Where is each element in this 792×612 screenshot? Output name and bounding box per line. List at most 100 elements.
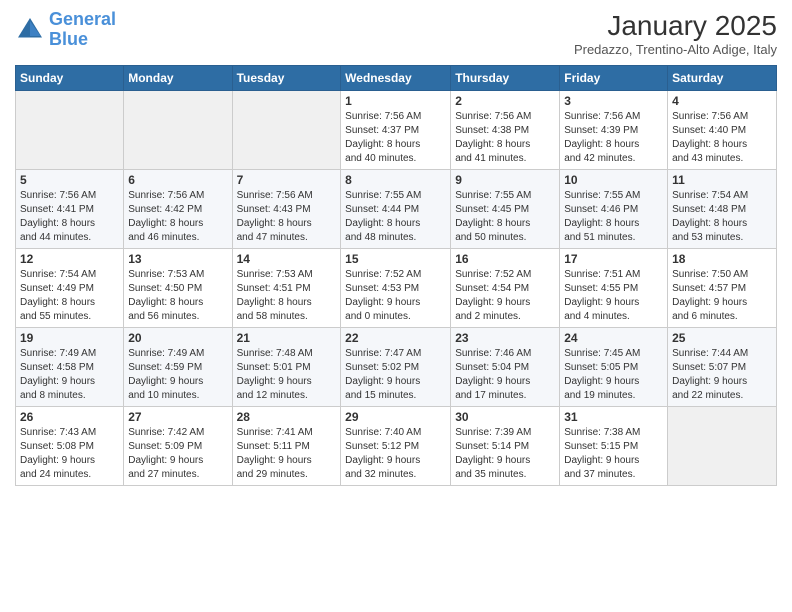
day-cell: 10Sunrise: 7:55 AM Sunset: 4:46 PM Dayli… xyxy=(560,170,668,249)
day-info: Sunrise: 7:49 AM Sunset: 4:58 PM Dayligh… xyxy=(20,347,119,403)
day-info: Sunrise: 7:55 AM Sunset: 4:46 PM Dayligh… xyxy=(564,189,663,245)
logo-text: General Blue xyxy=(49,10,116,50)
day-info: Sunrise: 7:48 AM Sunset: 5:01 PM Dayligh… xyxy=(237,347,337,403)
day-number: 8 xyxy=(345,173,446,187)
weekday-header-thursday: Thursday xyxy=(451,66,560,91)
day-cell: 18Sunrise: 7:50 AM Sunset: 4:57 PM Dayli… xyxy=(668,249,777,328)
day-cell: 2 Sunrise: 7:56 AM Sunset: 4:38 PM Daylig… xyxy=(451,91,560,170)
day-cell: 11Sunrise: 7:54 AM Sunset: 4:48 PM Dayli… xyxy=(668,170,777,249)
day-info: Sunrise: 7:42 AM Sunset: 5:09 PM Dayligh… xyxy=(128,426,227,482)
day-number: 23 xyxy=(455,331,555,345)
week-row-4: 19 Sunrise: 7:49 AM Sunset: 4:58 PM Dayli… xyxy=(16,328,777,407)
day-cell: 9 Sunrise: 7:55 AM Sunset: 4:45 PM Daylig… xyxy=(451,170,560,249)
day-cell: 24 Sunrise: 7:45 AM Sunset: 5:05 PM Dayli… xyxy=(560,328,668,407)
day-number: 26 xyxy=(20,410,119,424)
day-number: 30 xyxy=(455,410,555,424)
day-number: 7 xyxy=(237,173,337,187)
day-number: 20 xyxy=(128,331,227,345)
day-cell xyxy=(124,91,232,170)
day-cell: 31 Sunrise: 7:38 AM Sunset: 5:15 PM Dayli… xyxy=(560,407,668,486)
day-number: 28 xyxy=(237,410,337,424)
day-cell: 12 Sunrise: 7:54 AM Sunset: 4:49 PM Dayli… xyxy=(16,249,124,328)
day-number: 31 xyxy=(564,410,663,424)
day-info: Sunrise: 7:40 AM Sunset: 5:12 PM Dayligh… xyxy=(345,426,446,482)
day-info: Sunrise: 7:55 AM Sunset: 4:44 PM Dayligh… xyxy=(345,189,446,245)
day-number: 5 xyxy=(20,173,119,187)
day-cell xyxy=(16,91,124,170)
page: General Blue January 2025 Predazzo, Tren… xyxy=(0,0,792,612)
day-cell: 17 Sunrise: 7:51 AM Sunset: 4:55 PM Dayli… xyxy=(560,249,668,328)
day-number: 13 xyxy=(128,252,227,266)
day-number: 21 xyxy=(237,331,337,345)
day-number: 29 xyxy=(345,410,446,424)
weekday-header-wednesday: Wednesday xyxy=(341,66,451,91)
day-cell: 22 Sunrise: 7:47 AM Sunset: 5:02 PM Dayli… xyxy=(341,328,451,407)
day-info: Sunrise: 7:56 AM Sunset: 4:43 PM Dayligh… xyxy=(237,189,337,245)
day-info: Sunrise: 7:55 AM Sunset: 4:45 PM Dayligh… xyxy=(455,189,555,245)
day-info: Sunrise: 7:38 AM Sunset: 5:15 PM Dayligh… xyxy=(564,426,663,482)
day-info: Sunrise: 7:39 AM Sunset: 5:14 PM Dayligh… xyxy=(455,426,555,482)
day-info: Sunrise: 7:56 AM Sunset: 4:41 PM Dayligh… xyxy=(20,189,119,245)
day-info: Sunrise: 7:52 AM Sunset: 4:53 PM Dayligh… xyxy=(345,268,446,324)
day-info: Sunrise: 7:56 AM Sunset: 4:38 PM Dayligh… xyxy=(455,110,555,166)
day-number: 25 xyxy=(672,331,772,345)
day-info: Sunrise: 7:44 AM Sunset: 5:07 PM Dayligh… xyxy=(672,347,772,403)
day-cell: 4Sunrise: 7:56 AM Sunset: 4:40 PM Daylig… xyxy=(668,91,777,170)
week-row-5: 26Sunrise: 7:43 AM Sunset: 5:08 PM Dayli… xyxy=(16,407,777,486)
day-number: 9 xyxy=(455,173,555,187)
day-cell: 1 Sunrise: 7:56 AM Sunset: 4:37 PM Daylig… xyxy=(341,91,451,170)
day-number: 3 xyxy=(564,94,663,108)
subtitle: Predazzo, Trentino-Alto Adige, Italy xyxy=(574,42,777,57)
day-number: 2 xyxy=(455,94,555,108)
day-number: 17 xyxy=(564,252,663,266)
day-info: Sunrise: 7:53 AM Sunset: 4:51 PM Dayligh… xyxy=(237,268,337,324)
weekday-header-monday: Monday xyxy=(124,66,232,91)
day-cell: 14Sunrise: 7:53 AM Sunset: 4:51 PM Dayli… xyxy=(232,249,341,328)
logo-icon xyxy=(15,15,45,45)
weekday-header-friday: Friday xyxy=(560,66,668,91)
day-info: Sunrise: 7:56 AM Sunset: 4:40 PM Dayligh… xyxy=(672,110,772,166)
day-cell: 19 Sunrise: 7:49 AM Sunset: 4:58 PM Dayli… xyxy=(16,328,124,407)
day-cell: 28 Sunrise: 7:41 AM Sunset: 5:11 PM Dayli… xyxy=(232,407,341,486)
day-cell: 23Sunrise: 7:46 AM Sunset: 5:04 PM Dayli… xyxy=(451,328,560,407)
day-number: 11 xyxy=(672,173,772,187)
day-cell xyxy=(232,91,341,170)
day-number: 16 xyxy=(455,252,555,266)
day-info: Sunrise: 7:51 AM Sunset: 4:55 PM Dayligh… xyxy=(564,268,663,324)
day-info: Sunrise: 7:50 AM Sunset: 4:57 PM Dayligh… xyxy=(672,268,772,324)
day-info: Sunrise: 7:56 AM Sunset: 4:42 PM Dayligh… xyxy=(128,189,227,245)
day-info: Sunrise: 7:41 AM Sunset: 5:11 PM Dayligh… xyxy=(237,426,337,482)
day-number: 22 xyxy=(345,331,446,345)
day-cell: 13 Sunrise: 7:53 AM Sunset: 4:50 PM Dayli… xyxy=(124,249,232,328)
day-cell: 16 Sunrise: 7:52 AM Sunset: 4:54 PM Dayli… xyxy=(451,249,560,328)
day-cell: 6 Sunrise: 7:56 AM Sunset: 4:42 PM Daylig… xyxy=(124,170,232,249)
week-row-1: 1 Sunrise: 7:56 AM Sunset: 4:37 PM Daylig… xyxy=(16,91,777,170)
weekday-header-tuesday: Tuesday xyxy=(232,66,341,91)
day-info: Sunrise: 7:56 AM Sunset: 4:37 PM Dayligh… xyxy=(345,110,446,166)
day-number: 19 xyxy=(20,331,119,345)
day-number: 6 xyxy=(128,173,227,187)
day-info: Sunrise: 7:52 AM Sunset: 4:54 PM Dayligh… xyxy=(455,268,555,324)
calendar: SundayMondayTuesdayWednesdayThursdayFrid… xyxy=(15,65,777,486)
day-number: 27 xyxy=(128,410,227,424)
day-cell: 29 Sunrise: 7:40 AM Sunset: 5:12 PM Dayli… xyxy=(341,407,451,486)
day-cell: 21 Sunrise: 7:48 AM Sunset: 5:01 PM Dayli… xyxy=(232,328,341,407)
day-info: Sunrise: 7:54 AM Sunset: 4:49 PM Dayligh… xyxy=(20,268,119,324)
title-block: January 2025 Predazzo, Trentino-Alto Adi… xyxy=(574,10,777,57)
day-number: 12 xyxy=(20,252,119,266)
header: General Blue January 2025 Predazzo, Tren… xyxy=(15,10,777,57)
day-info: Sunrise: 7:47 AM Sunset: 5:02 PM Dayligh… xyxy=(345,347,446,403)
weekday-header-row: SundayMondayTuesdayWednesdayThursdayFrid… xyxy=(16,66,777,91)
day-info: Sunrise: 7:49 AM Sunset: 4:59 PM Dayligh… xyxy=(128,347,227,403)
day-info: Sunrise: 7:53 AM Sunset: 4:50 PM Dayligh… xyxy=(128,268,227,324)
day-number: 24 xyxy=(564,331,663,345)
day-cell: 8 Sunrise: 7:55 AM Sunset: 4:44 PM Daylig… xyxy=(341,170,451,249)
day-cell: 26Sunrise: 7:43 AM Sunset: 5:08 PM Dayli… xyxy=(16,407,124,486)
day-info: Sunrise: 7:45 AM Sunset: 5:05 PM Dayligh… xyxy=(564,347,663,403)
day-number: 1 xyxy=(345,94,446,108)
day-info: Sunrise: 7:56 AM Sunset: 4:39 PM Dayligh… xyxy=(564,110,663,166)
weekday-header-sunday: Sunday xyxy=(16,66,124,91)
day-cell: 27 Sunrise: 7:42 AM Sunset: 5:09 PM Dayli… xyxy=(124,407,232,486)
day-cell: 30 Sunrise: 7:39 AM Sunset: 5:14 PM Dayli… xyxy=(451,407,560,486)
day-cell: 20 Sunrise: 7:49 AM Sunset: 4:59 PM Dayli… xyxy=(124,328,232,407)
